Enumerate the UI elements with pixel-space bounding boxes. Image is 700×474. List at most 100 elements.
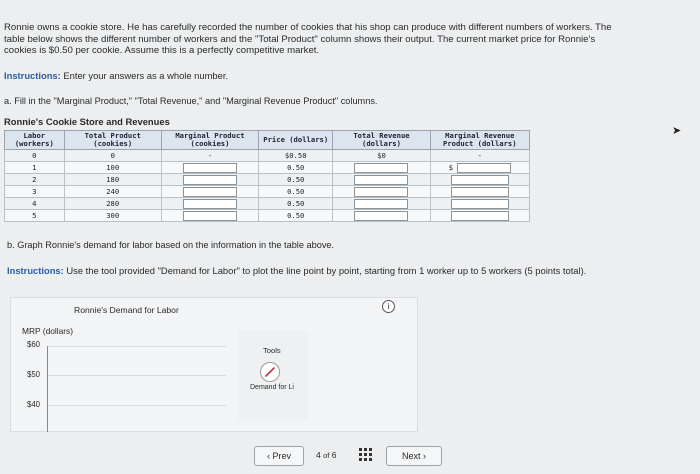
chevron-right-icon: › — [423, 451, 427, 461]
marginal-product-cell — [160, 185, 260, 198]
col-header-marginal-product: Marginal Product (cookies) — [160, 130, 260, 150]
prev-label: Prev — [272, 451, 292, 461]
col-header-total-product: Total Product (cookies) — [63, 130, 162, 150]
marginal-product-input[interactable] — [182, 174, 237, 185]
table-header-row: Labor (workers) Total Product (cookies) … — [4, 130, 531, 150]
mrp-cell — [429, 173, 531, 186]
marginal-product-input[interactable] — [182, 198, 237, 209]
mrp-input[interactable] — [450, 210, 509, 221]
total-revenue-input[interactable] — [354, 162, 409, 173]
price-cell: 0.50 — [258, 173, 334, 186]
total-product-cell: 240 — [63, 185, 162, 198]
mrp-input[interactable] — [450, 174, 509, 185]
page-of: of — [323, 451, 330, 460]
problem-statement: Ronnie owns a cookie store. He has caref… — [4, 22, 612, 57]
labor-cell: 2 — [4, 173, 65, 186]
y-tick-label: $40 — [27, 400, 41, 409]
demand-for-labor-tool-button[interactable] — [260, 362, 280, 382]
next-label: Next — [401, 451, 421, 461]
instructions-text: Enter your answers as a whole number. — [63, 70, 229, 81]
chevron-left-icon: ‹ — [266, 451, 270, 461]
mrp-cell — [429, 185, 531, 198]
plot-area[interactable] — [47, 346, 226, 432]
marginal-product-cell — [160, 197, 260, 210]
total-product-cell: 180 — [63, 173, 162, 186]
marginal-product-cell — [160, 209, 260, 222]
instructions-text: Use the tool provided "Demand for Labor"… — [66, 265, 587, 276]
price-cell: 0.50 — [258, 209, 334, 222]
tools-title: Tools — [263, 346, 281, 355]
mrp-input[interactable] — [450, 186, 509, 197]
total-product-cell: 280 — [63, 197, 162, 210]
marginal-product-input[interactable] — [182, 210, 237, 221]
total-revenue-cell — [332, 173, 431, 186]
price-cell: $0.50 — [258, 149, 334, 162]
price-cell: 0.50 — [258, 197, 334, 210]
total-revenue-input[interactable] — [354, 186, 409, 197]
labor-cell: 5 — [4, 209, 65, 222]
y-tick-label: $50 — [27, 370, 41, 379]
mrp-input[interactable] — [450, 198, 509, 209]
mrp-cell: - — [429, 149, 531, 162]
table-row: 1 100 0.50 $ — [4, 161, 531, 174]
total-revenue-cell — [332, 209, 431, 222]
tool-label: Demand for Li — [250, 384, 294, 391]
page-current: 4 — [316, 450, 321, 460]
y-tick-label: $60 — [27, 340, 41, 349]
table-row: 0 0 - $0.50 $0 - — [4, 149, 531, 162]
mrp-cell — [429, 209, 531, 222]
col-header-labor: Labor (workers) — [4, 130, 65, 150]
total-revenue-cell — [332, 185, 431, 198]
total-product-cell: 0 — [63, 149, 162, 162]
marginal-product-cell — [160, 173, 260, 186]
marginal-product-cell: - — [160, 149, 260, 162]
table-row: 4 280 0.50 — [4, 197, 531, 210]
instructions-label: Instructions: — [7, 265, 64, 276]
table-row: 3 240 0.50 — [4, 185, 531, 198]
next-button[interactable]: Next › — [386, 446, 442, 466]
pencil-icon — [265, 367, 275, 377]
labor-cell: 4 — [4, 197, 65, 210]
grid-icon[interactable] — [359, 448, 372, 461]
total-product-cell: 100 — [63, 161, 162, 174]
dollar-prefix: $ — [448, 163, 453, 172]
part-b-prompt: b. Graph Ronnie's demand for labor based… — [7, 240, 335, 250]
marginal-product-input[interactable] — [182, 186, 237, 197]
gridline — [48, 346, 226, 347]
instructions-label: Instructions: — [4, 70, 61, 81]
col-header-mrp: Marginal Revenue Product (dollars) — [429, 130, 531, 150]
marginal-product-cell — [160, 161, 260, 174]
labor-cell: 0 — [4, 149, 65, 162]
total-revenue-cell: $0 — [332, 149, 431, 162]
instructions-a: Instructions: Enter your answers as a wh… — [4, 70, 228, 81]
mrp-cell: $ — [429, 161, 531, 174]
total-revenue-input[interactable] — [354, 210, 409, 221]
gridline — [48, 375, 226, 376]
graph-title: Ronnie's Demand for Labor — [74, 305, 179, 315]
prev-button[interactable]: ‹ Prev — [254, 446, 304, 466]
gridline — [48, 405, 226, 406]
labor-cell: 1 — [4, 161, 65, 174]
y-axis-label: MRP (dollars) — [22, 326, 74, 336]
page-total: 6 — [331, 450, 337, 460]
mouse-cursor-icon: ➤ — [672, 125, 682, 137]
info-icon[interactable]: i — [382, 300, 395, 313]
table-row: 2 180 0.50 — [4, 173, 531, 186]
col-header-price: Price (dollars) — [258, 130, 334, 150]
page-indicator: 4 of 6 — [316, 450, 337, 460]
mrp-input[interactable] — [456, 162, 511, 173]
navigation-bar — [0, 440, 700, 474]
price-cell: 0.50 — [258, 161, 334, 174]
col-header-total-revenue: Total Revenue (dollars) — [332, 130, 431, 150]
instructions-b: Instructions: Use the tool provided "Dem… — [7, 265, 617, 276]
labor-cell: 3 — [4, 185, 65, 198]
total-product-cell: 300 — [63, 209, 162, 222]
marginal-product-input[interactable] — [182, 162, 237, 173]
question-page: Ronnie owns a cookie store. He has caref… — [0, 0, 700, 474]
total-revenue-cell — [332, 161, 431, 174]
mrp-cell — [429, 197, 531, 210]
total-revenue-input[interactable] — [354, 174, 409, 185]
part-a-prompt: a. Fill in the "Marginal Product," "Tota… — [4, 96, 378, 106]
total-revenue-input[interactable] — [354, 198, 409, 209]
revenue-table: Labor (workers) Total Product (cookies) … — [4, 130, 531, 222]
